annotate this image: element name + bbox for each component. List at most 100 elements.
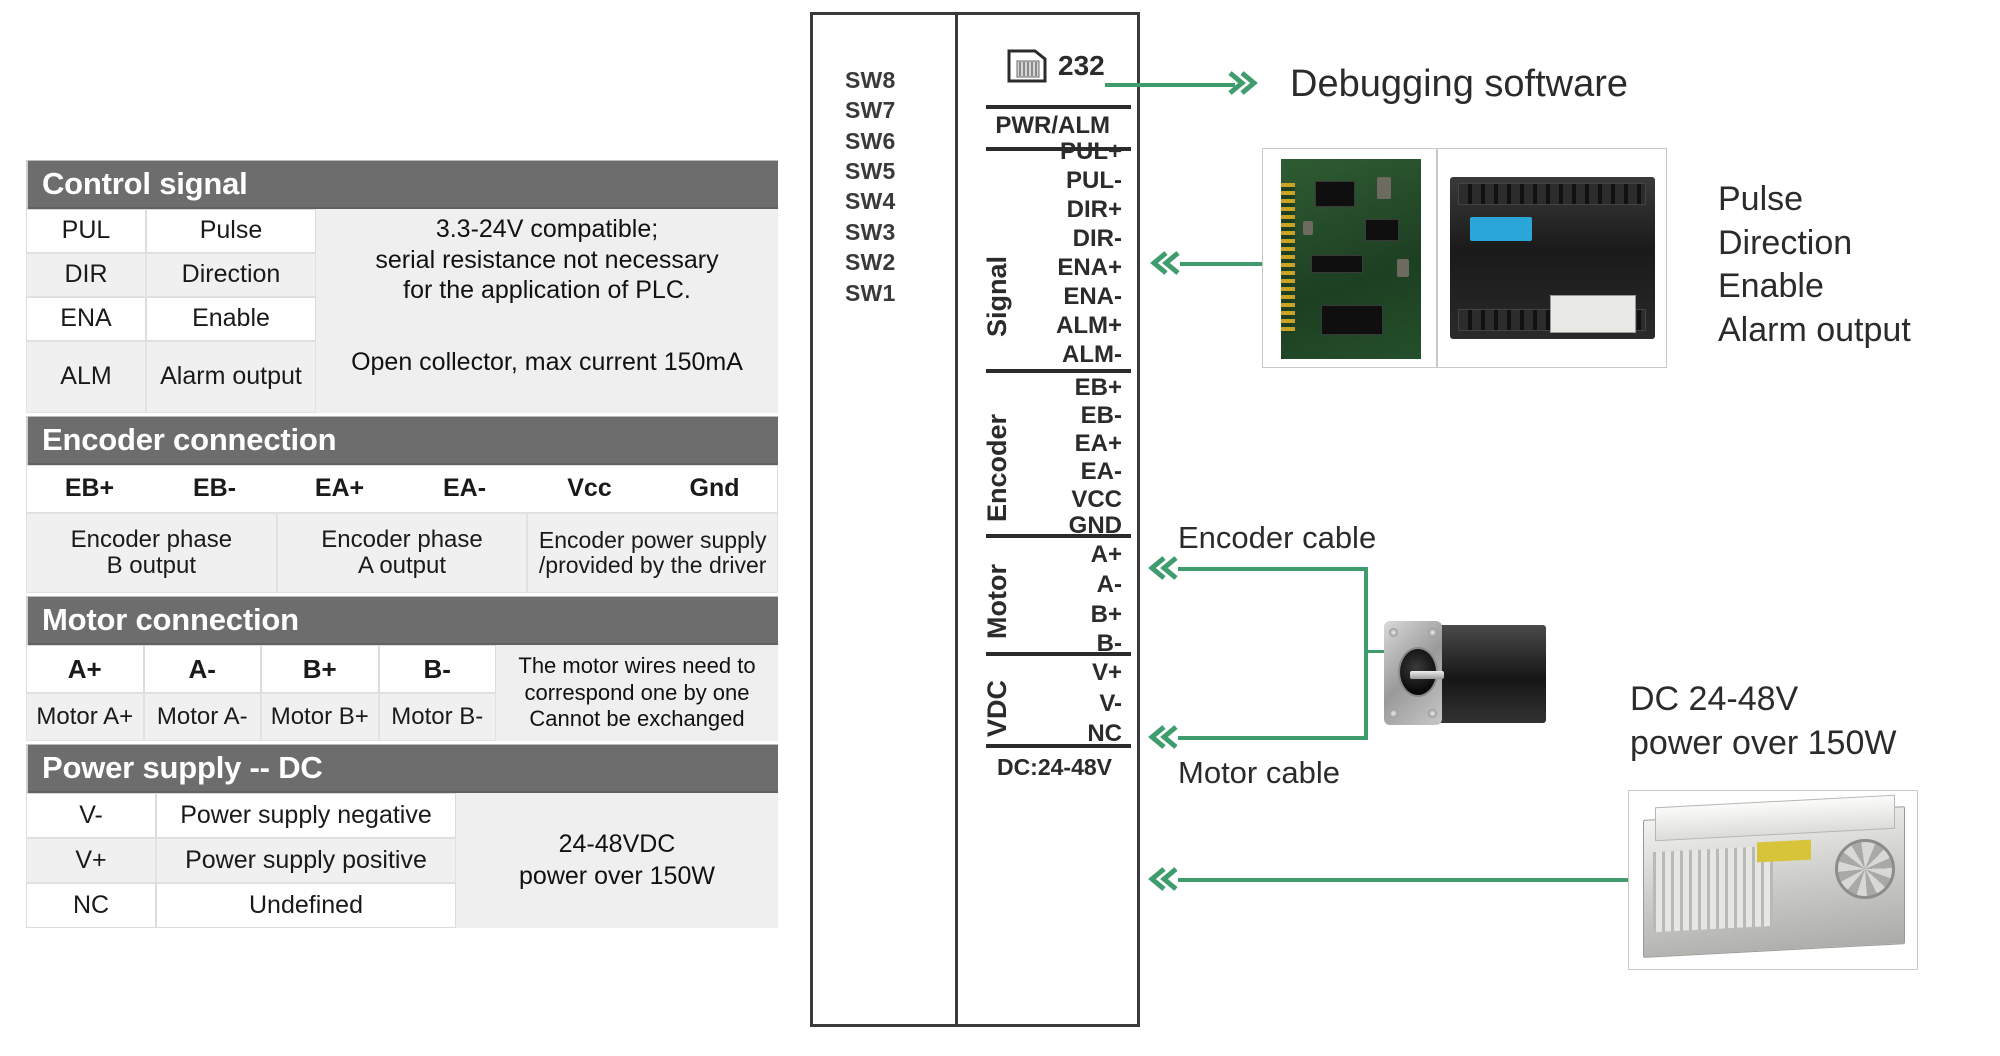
power-value: Undefined [156, 883, 456, 928]
terminal-v-plus: V+ [1091, 659, 1122, 686]
connector-line-signal [1180, 262, 1265, 266]
signal-key: ALM [26, 341, 146, 413]
pcb-capacitor [1303, 221, 1313, 235]
motor-value: Motor B- [378, 693, 496, 741]
dip-switch-label: SW1 [845, 279, 896, 306]
dip-switch-label: SW4 [845, 188, 896, 215]
motor-value-row: Motor A+ Motor A- Motor B+ Motor B- [26, 693, 496, 741]
encoder-terminal: EA+ [314, 474, 365, 503]
pcb-chip [1311, 255, 1363, 273]
terminal-pul-minus: PUL- [1066, 167, 1122, 194]
power-line: DC 24-48V [1630, 680, 1799, 718]
encoder-description: Encoder power supply /provided by the dr… [527, 513, 779, 593]
pcb-capacitor [1397, 259, 1409, 277]
encoder-description-row: Encoder phase B output Encoder phase A o… [26, 513, 779, 593]
terminal-column: PWR/ALM Signal PUL+ PUL- DIR+ DIR- ENA+ … [955, 12, 1140, 1027]
pcb-chip [1365, 219, 1399, 241]
encoder-description: Encoder phase B output [26, 513, 277, 593]
terminal-alm-minus: ALM- [1062, 341, 1122, 368]
section-body-encoder-connection: EB+ EB- EA+ EA- Vcc Gnd Encoder phase B … [26, 465, 779, 593]
power-key: V- [26, 793, 156, 838]
group-label-vdc: VDC [982, 679, 1012, 737]
dip-switch-label: SW7 [845, 97, 896, 124]
terminal-v-minus: V- [1099, 690, 1122, 717]
terminal-dir-minus: DIR- [1072, 225, 1122, 252]
table-row: V- Power supply negative [26, 793, 456, 838]
motor-connection-note: The motor wires need to correspond one b… [496, 645, 778, 741]
terminal-b-plus: B+ [1090, 601, 1122, 628]
stepper-motor-photo [1380, 615, 1555, 735]
desc-line: Encoder phase [70, 525, 233, 553]
motor-value: Motor A- [143, 693, 261, 741]
encoder-terminal: EB- [192, 474, 237, 503]
power-key: V+ [26, 838, 156, 883]
terminal-alm-plus: ALM+ [1056, 312, 1122, 339]
connector-line-motor-h [1178, 736, 1368, 740]
psu-warning-label [1757, 839, 1811, 863]
terminal-eb-minus: EB- [1080, 402, 1122, 429]
signal-value: Enable [146, 297, 316, 341]
diagram-root: Control signal PUL Pulse DIR Direction E… [0, 0, 2000, 1056]
power-key: NC [26, 883, 156, 928]
section-body-motor-connection: A+ A- B+ B- Motor A+ Motor A- Motor B+ M… [26, 645, 778, 741]
dip-switch-list: SW8 SW7 SW6 SW5 SW4 SW3 SW2 SW1 [845, 65, 895, 308]
plc-indicator-panel [1470, 217, 1532, 241]
connector-line-encoder-v [1364, 567, 1368, 740]
plc-housing [1450, 177, 1655, 339]
terminal-ea-plus: EA+ [1074, 430, 1122, 457]
motor-body [1436, 625, 1546, 723]
encoder-description: Encoder phase A output [276, 513, 528, 593]
pcb-capacitor [1377, 177, 1391, 199]
terminal-ea-minus: EA- [1080, 458, 1122, 485]
motor-screw [1428, 709, 1437, 718]
group-label-motor: Motor [982, 564, 1012, 639]
desc-line: A output [357, 552, 447, 579]
dip-switch-label: SW5 [845, 158, 896, 185]
dip-switch-label: SW3 [845, 218, 896, 245]
arrow-left-icon-power [1148, 867, 1178, 891]
terminal-nc: NC [1087, 720, 1122, 747]
plc-label [1550, 295, 1636, 333]
note-line: 24-48VDC [558, 830, 676, 859]
terminal-pwr-alm: PWR/ALM [995, 112, 1110, 139]
control-signal-rows: PUL Pulse DIR Direction ENA Enable ALM A… [26, 209, 316, 413]
terminal-eb-plus: EB+ [1074, 374, 1122, 401]
desc-line: /provided by the driver [538, 552, 767, 578]
group-label-encoder: Encoder [982, 413, 1012, 522]
pcb-edge-connector [1281, 183, 1295, 333]
encoder-terminal: EA- [442, 474, 487, 503]
function-line: Alarm output [1718, 310, 1911, 349]
arrow-right-icon-debug [1228, 71, 1258, 95]
signal-key: DIR [26, 253, 146, 297]
connector-line-encoder-h [1178, 567, 1368, 571]
note-line: for the application of PLC. [403, 276, 691, 305]
desc-line: Encoder phase [321, 525, 483, 553]
signal-value: Direction [146, 253, 316, 297]
arrow-left-icon-signal [1150, 251, 1180, 275]
arrow-left-icon-motor [1148, 725, 1178, 749]
signal-value: Alarm output [146, 341, 316, 413]
signal-value: Pulse [146, 209, 316, 253]
note-line: correspond one by one [524, 679, 750, 705]
specification-table: Control signal PUL Pulse DIR Direction E… [26, 160, 779, 928]
plc-terminal-strip [1458, 183, 1646, 205]
note-line: power over 150W [519, 861, 715, 890]
table-row: ENA Enable [26, 297, 316, 341]
connector-line-debug [1105, 83, 1235, 87]
table-row: ALM Alarm output [26, 341, 316, 413]
section-header-power-supply: Power supply -- DC [26, 744, 778, 793]
table-row: V+ Power supply positive [26, 838, 456, 883]
pcb-board [1281, 159, 1421, 359]
section-header-motor-connection: Motor connection [26, 596, 778, 645]
power-value: Power supply negative [156, 793, 456, 838]
motor-value: Motor A+ [26, 693, 144, 741]
encoder-terminal: Vcc [567, 474, 612, 503]
signal-key: ENA [26, 297, 146, 341]
terminal-ena-plus: ENA+ [1057, 254, 1122, 281]
plc-module-photo [1437, 148, 1667, 368]
function-line: Pulse [1718, 180, 1804, 218]
terminal-a-plus: A+ [1090, 541, 1122, 568]
terminal-pul-plus: PUL+ [1059, 138, 1122, 165]
desc-line: B output [106, 552, 197, 579]
desc-line: Encoder power supply [538, 526, 767, 553]
